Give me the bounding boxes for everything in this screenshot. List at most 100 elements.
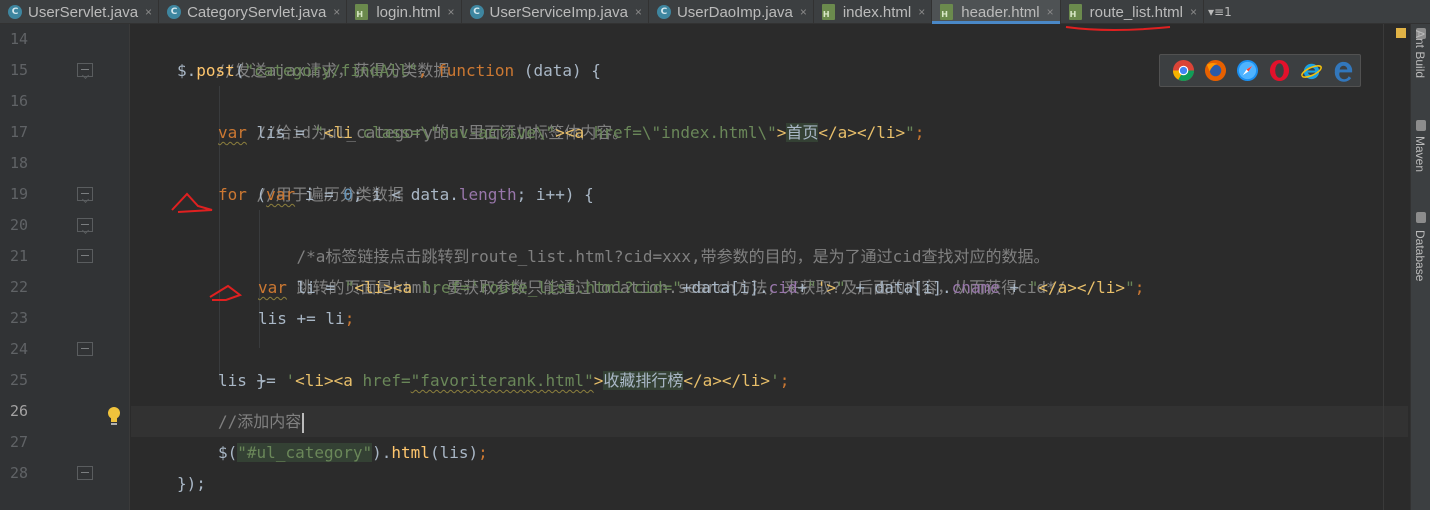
line-number: 20 — [9, 216, 28, 234]
java-class-icon: C — [8, 5, 22, 19]
tab-userserviceimp-java[interactable]: C UserServiceImp.java × — [462, 0, 649, 24]
string-literal: "category/findAll" — [244, 61, 418, 80]
close-icon[interactable]: × — [635, 5, 642, 19]
close-icon[interactable]: × — [1190, 5, 1197, 19]
fold-toggle-icon[interactable] — [77, 342, 93, 356]
line-number: 22 — [9, 278, 28, 296]
expression: + — [999, 278, 1029, 297]
html-tag: <a — [333, 371, 353, 390]
code-line-14: //发送ajax请求，获得分类数据 — [177, 24, 450, 80]
tab-userdaoimp-java[interactable]: C UserDaoImp.java × — [649, 0, 814, 24]
chrome-icon[interactable] — [1172, 59, 1195, 82]
declaration: lis += — [218, 371, 286, 390]
keyword: for — [218, 185, 247, 204]
expression: +data[i]. — [681, 278, 769, 297]
string-literal: "#ul_category" — [237, 443, 373, 462]
code-line-16: //给id为ul_category的ul里面添加标签体内容。 — [218, 86, 629, 142]
tab-route-list-html[interactable]: Hroute_list.html × — [1061, 0, 1205, 24]
comment: //添加内容 — [218, 412, 302, 431]
maven-tool-button[interactable]: Maven — [1413, 136, 1427, 172]
quote: " — [344, 278, 355, 297]
tab-login-html[interactable]: Hlogin.html × — [347, 0, 462, 24]
close-icon[interactable]: × — [145, 5, 152, 19]
html-tag: > — [776, 123, 787, 142]
html-file-icon: H — [1068, 4, 1082, 20]
html-tag: <li — [323, 123, 353, 142]
fold-toggle-icon[interactable] — [77, 187, 93, 201]
html-tag: <li> — [354, 278, 393, 297]
text-caret — [302, 412, 305, 433]
code-line-20: /*a标签链接点击跳转到route_list.html?cid=xxx,带参数的… — [258, 210, 1050, 266]
quote: ' — [285, 371, 296, 390]
line-number: 14 — [9, 30, 28, 48]
html-file-icon: H — [355, 4, 369, 20]
tab-label: UserServlet.java — [28, 3, 139, 21]
quote: " — [1028, 278, 1039, 297]
close-icon[interactable]: × — [800, 5, 807, 19]
code-line-22: var li = "<li><a href='route_list.html?c… — [258, 272, 1144, 303]
tab-label: CategoryServlet.java — [187, 3, 327, 21]
keyword: var — [266, 185, 296, 204]
html-attr: "favoriterank.html" — [410, 371, 594, 390]
close-icon[interactable]: × — [918, 5, 925, 19]
html-tag: </li> — [721, 371, 771, 390]
html-tag: </li> — [1076, 278, 1126, 297]
code-line-15: $.post("category/findAll", function (dat… — [177, 55, 601, 86]
tab-overflow-menu-icon[interactable]: ▾≡1 — [1204, 0, 1236, 23]
close-icon[interactable]: × — [1047, 5, 1054, 19]
html-tag: '> — [816, 278, 837, 297]
quote: " — [905, 123, 915, 142]
fold-toggle-icon[interactable] — [77, 466, 93, 480]
line-number: 27 — [9, 433, 28, 451]
database-tool-button[interactable]: Database — [1413, 230, 1427, 281]
tab-userservlet-java[interactable]: C UserServlet.java × — [0, 0, 160, 24]
punct: ( — [246, 185, 267, 204]
quote: " — [672, 278, 682, 297]
opera-icon[interactable] — [1268, 59, 1291, 82]
java-class-icon: C — [469, 5, 484, 19]
ie-icon[interactable] — [1300, 59, 1323, 82]
line-number-gutter: 14 15 16 17 18 19 20 21 22 23 24 25 26 27 28 — [0, 24, 130, 510]
fold-toggle-icon[interactable] — [77, 63, 93, 77]
line-number: 28 — [9, 464, 28, 482]
firefox-icon[interactable] — [1204, 59, 1227, 82]
code-line-26: //添加内容 — [218, 406, 305, 437]
line-number: 25 — [9, 371, 28, 389]
expression: (lis) — [429, 443, 479, 462]
close-icon[interactable]: × — [333, 5, 340, 19]
line-number: 17 — [9, 123, 28, 141]
database-icon — [1416, 212, 1426, 223]
html-text: 收藏排行榜 — [603, 371, 684, 390]
expression: ; i++) { — [516, 185, 594, 204]
maven-icon — [1416, 120, 1426, 131]
tab-categoryservlet-java[interactable]: C CategoryServlet.java × — [159, 0, 348, 24]
semicolon: ; — [478, 443, 488, 462]
safari-icon[interactable] — [1236, 59, 1259, 82]
code-line-25: lis += '<li><a href="favoriterank.html">… — [218, 365, 789, 396]
html-file-icon: H — [940, 4, 954, 20]
close-icon[interactable]: × — [448, 5, 455, 19]
code-editor[interactable]: //发送ajax请求，获得分类数据 $.post("category/findA… — [131, 24, 1408, 510]
tab-index-html[interactable]: Hindex.html × — [814, 0, 933, 24]
intention-bulb-icon[interactable] — [105, 406, 123, 426]
expression: + data[i]. — [845, 278, 952, 297]
punct: , — [417, 61, 438, 80]
line-number: 24 — [9, 340, 28, 358]
edge-icon[interactable] — [1332, 59, 1355, 82]
java-class-icon: C — [656, 5, 671, 19]
right-margin-guide — [1383, 24, 1384, 510]
tab-label: UserServiceImp.java — [489, 3, 628, 21]
quote: " — [1125, 278, 1135, 297]
fold-toggle-icon[interactable] — [77, 249, 93, 263]
punct: ( — [234, 61, 245, 80]
string-literal: route_list.html?cid= — [479, 278, 673, 297]
ant-build-tool-button[interactable]: Ant Build — [1413, 30, 1427, 78]
fold-toggle-icon[interactable] — [77, 218, 93, 232]
analysis-status-marker[interactable] — [1396, 28, 1406, 38]
brace: }); — [177, 474, 206, 493]
code-line-27: $("#ul_category").html(lis); — [218, 437, 488, 468]
tab-header-html[interactable]: Hheader.html × — [932, 0, 1061, 24]
keyword: var — [218, 123, 247, 142]
html-tag: </a> — [818, 123, 857, 142]
line-number: 21 — [9, 247, 28, 265]
